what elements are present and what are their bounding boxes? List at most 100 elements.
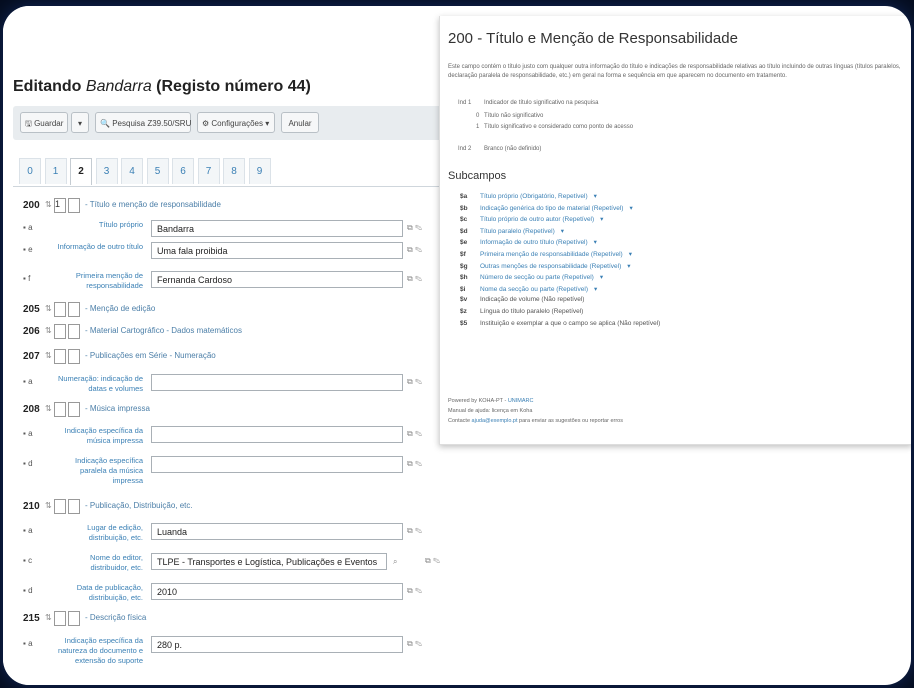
- field-title[interactable]: - Música impressa: [85, 404, 150, 413]
- subfield-actions[interactable]: ⧉ ✎: [407, 639, 422, 649]
- tab-6[interactable]: 6: [172, 158, 194, 184]
- subfield-label[interactable]: Lugar de edição, distribuição, etc.: [55, 523, 143, 543]
- subfield-label[interactable]: Informação de outro título: [55, 242, 143, 252]
- indicator-2-input[interactable]: [68, 302, 80, 317]
- chevron-down-icon[interactable]: ▾: [629, 251, 632, 258]
- field-title[interactable]: - Descrição física: [85, 613, 146, 622]
- subfield-description[interactable]: Título paralelo (Repetível): [480, 228, 555, 235]
- subfield-description[interactable]: Informação de outro título (Repetível): [480, 239, 588, 246]
- indicator-2-input[interactable]: [68, 198, 80, 213]
- subfield-input[interactable]: Bandarra: [151, 220, 403, 237]
- subfield-label[interactable]: Data de publicação, distribuição, etc.: [55, 583, 143, 603]
- subfield-actions[interactable]: ⧉ ✎: [425, 556, 440, 566]
- subfield-description[interactable]: Título próprio (Obrigatório, Repetível): [480, 193, 588, 200]
- indicator-1-input[interactable]: [54, 349, 66, 364]
- subfield-input[interactable]: Luanda: [151, 523, 403, 540]
- chevron-down-icon[interactable]: ▾: [594, 193, 597, 200]
- chevron-down-icon[interactable]: ▾: [600, 274, 603, 281]
- drag-handle-icon[interactable]: ⇅: [45, 326, 52, 335]
- tab-3[interactable]: 3: [95, 158, 118, 184]
- footer-link[interactable]: UNIMARC: [508, 398, 534, 404]
- tab-8[interactable]: 8: [223, 158, 245, 184]
- subfield-input[interactable]: [151, 456, 403, 473]
- indicator-2-input[interactable]: [68, 499, 80, 514]
- drag-handle-icon[interactable]: ⇅: [45, 304, 52, 313]
- subfield-input[interactable]: Uma fala proibida: [151, 242, 403, 259]
- subfield-description[interactable]: Indicação genérica do tipo de material (…: [480, 205, 623, 212]
- z3950-search-button[interactable]: 🔍 Pesquisa Z39.50/SRU: [95, 112, 191, 133]
- help-subfield-d: $d Título paralelo (Repetível) ▾: [460, 227, 564, 235]
- footer-link[interactable]: ajuda@exemplo.pt: [472, 418, 518, 424]
- tab-2[interactable]: 2: [70, 158, 92, 185]
- subfield-actions[interactable]: ⧉ ✎: [407, 459, 422, 469]
- save-options-button[interactable]: ▾: [71, 112, 89, 133]
- subfield-input[interactable]: [151, 426, 403, 443]
- indicator-1-input[interactable]: [54, 324, 66, 339]
- subfield-code: ▪ e: [23, 245, 33, 254]
- subfield-description[interactable]: Primeira menção de responsabilidade (Rep…: [480, 251, 623, 258]
- subfield-input[interactable]: Fernanda Cardoso: [151, 271, 403, 288]
- save-button[interactable]: 🖫 Guardar: [20, 112, 68, 133]
- subfields-heading: Subcampos: [448, 170, 507, 182]
- indicator-2-input[interactable]: [68, 611, 80, 626]
- indicator-1-input[interactable]: 1: [54, 198, 66, 213]
- drag-handle-icon[interactable]: ⇅: [45, 501, 52, 510]
- indicator-1-input[interactable]: [54, 302, 66, 317]
- drag-handle-icon[interactable]: ⇅: [45, 404, 52, 413]
- indicator-2-input[interactable]: [68, 349, 80, 364]
- subfield-input[interactable]: [151, 374, 403, 391]
- subfield-actions[interactable]: ⧉ ✎: [407, 377, 422, 387]
- field-title[interactable]: - Título e menção de responsabilidade: [85, 200, 221, 209]
- subfield-label[interactable]: Indicação específica da natureza do docu…: [55, 636, 143, 666]
- tab-5[interactable]: 5: [146, 158, 169, 184]
- subfield-input[interactable]: TLPE - Transportes e Logística, Publicaç…: [151, 553, 387, 570]
- subfield-description[interactable]: Nome da secção ou parte (Repetível): [480, 286, 588, 293]
- subfield-actions[interactable]: ⧉ ✎: [407, 526, 422, 536]
- tab-4[interactable]: 4: [121, 158, 143, 184]
- indicator-1-input[interactable]: [54, 499, 66, 514]
- lookup-icon[interactable]: ⌕: [393, 557, 397, 567]
- subfield-label[interactable]: Primeira menção de responsabilidade: [55, 271, 143, 291]
- tab-1[interactable]: 1: [44, 158, 67, 184]
- tab-9[interactable]: 9: [248, 158, 271, 184]
- subfield-description[interactable]: Número de secção ou parte (Repetível): [480, 274, 594, 281]
- subfield-label[interactable]: Indicação específica da música impressa: [55, 426, 143, 446]
- chevron-down-icon[interactable]: ▾: [594, 239, 597, 246]
- field-title[interactable]: - Menção de edição: [85, 304, 155, 313]
- page-title: Editando Bandarra (Registo número 44): [13, 78, 311, 96]
- subfield-code: $5: [460, 319, 468, 327]
- chevron-down-icon[interactable]: ▾: [594, 286, 597, 293]
- subfield-label[interactable]: Numeração: indicação de datas e volumes: [55, 374, 143, 394]
- subfield-actions[interactable]: ⧉ ✎: [407, 274, 422, 284]
- field-title[interactable]: - Publicação, Distribuição, etc.: [85, 501, 193, 510]
- subfield-actions[interactable]: ⧉ ✎: [407, 586, 422, 596]
- subfield-actions[interactable]: ⧉ ✎: [407, 245, 422, 255]
- field-title[interactable]: - Publicações em Série - Numeração: [85, 351, 216, 360]
- settings-button[interactable]: ⚙ Configurações ▾: [197, 112, 275, 133]
- drag-handle-icon[interactable]: ⇅: [45, 351, 52, 360]
- indicator-1-input[interactable]: [54, 611, 66, 626]
- indicator-1-input[interactable]: [54, 402, 66, 417]
- chevron-down-icon[interactable]: ▾: [600, 216, 603, 223]
- subfield-description[interactable]: Título próprio de outro autor (Repetível…: [480, 216, 594, 223]
- subfield-label[interactable]: Título próprio: [55, 220, 143, 230]
- chevron-down-icon[interactable]: ▾: [627, 263, 630, 270]
- cancel-label: Anular: [288, 119, 312, 128]
- indicator-2-input[interactable]: [68, 402, 80, 417]
- tab-7[interactable]: 7: [197, 158, 220, 184]
- subfield-input[interactable]: 2010: [151, 583, 403, 600]
- drag-handle-icon[interactable]: ⇅: [45, 613, 52, 622]
- tab-0[interactable]: 0: [19, 158, 41, 184]
- indicator-2-input[interactable]: [68, 324, 80, 339]
- subfield-label[interactable]: Nome do editor, distribuidor, etc.: [55, 553, 143, 573]
- subfield-actions[interactable]: ⧉ ✎: [407, 429, 422, 439]
- cancel-button[interactable]: Anular: [281, 112, 319, 133]
- subfield-description[interactable]: Outras menções de responsabilidade (Repe…: [480, 263, 621, 270]
- subfield-label[interactable]: Indicação específica paralela da música …: [55, 456, 143, 486]
- drag-handle-icon[interactable]: ⇅: [45, 200, 52, 209]
- subfield-input[interactable]: 280 p.: [151, 636, 403, 653]
- field-title[interactable]: - Material Cartográfico - Dados matemáti…: [85, 326, 242, 335]
- chevron-down-icon[interactable]: ▾: [629, 205, 632, 212]
- chevron-down-icon[interactable]: ▾: [561, 228, 564, 235]
- subfield-actions[interactable]: ⧉ ✎: [407, 223, 422, 233]
